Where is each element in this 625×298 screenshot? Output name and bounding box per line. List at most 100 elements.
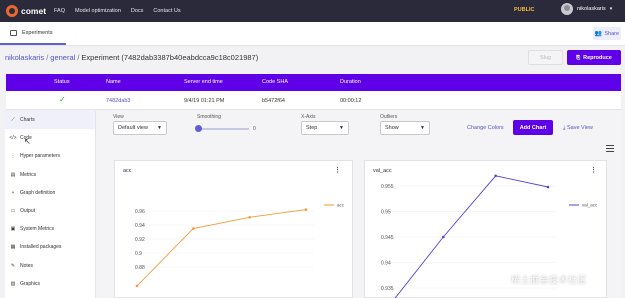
sidebar-item-graphics[interactable]: ▨ Graphics bbox=[5, 275, 95, 293]
avatar bbox=[561, 3, 573, 15]
brand-name: comet bbox=[21, 6, 47, 16]
acc-ytick-label: 0.92 bbox=[135, 237, 145, 243]
sidebar-item-label: Charts bbox=[20, 117, 35, 124]
people-icon: 👥 bbox=[594, 31, 603, 37]
sidebar-item-output[interactable]: ▭ Output bbox=[5, 202, 95, 220]
sidebar-item-label: System Metrics bbox=[20, 226, 55, 233]
sidebar-item-installed-packages[interactable]: ▦ Installed packages bbox=[5, 238, 95, 256]
charts-icon: ⟋ bbox=[11, 117, 15, 124]
col-code-sha[interactable]: Code SHA bbox=[262, 79, 288, 85]
chevron-down-icon: ▼ bbox=[157, 125, 162, 131]
acc-data-point bbox=[248, 216, 251, 219]
val-acc-ytick-label: 0.94 bbox=[381, 261, 391, 267]
save-view-button[interactable]: ⤓ Save View bbox=[563, 125, 593, 132]
hamburger-menu-icon[interactable] bbox=[606, 145, 614, 154]
username: nikolaskaris bbox=[577, 6, 606, 12]
val-acc-data-point bbox=[442, 235, 445, 239]
col-duration[interactable]: Duration bbox=[340, 79, 361, 85]
table-header: Status Name Server end time Code SHA Dur… bbox=[6, 74, 621, 91]
table-row[interactable]: ✓ 7482dab3 9/4/19 01:21 PM b5472f64 00:0… bbox=[6, 91, 621, 110]
acc-ytick-label: 0.96 bbox=[135, 209, 145, 215]
smoothing-label: Smoothing bbox=[197, 114, 221, 120]
val-acc-data-point bbox=[494, 174, 497, 178]
col-name[interactable]: Name bbox=[106, 79, 121, 85]
acc-data-point bbox=[135, 284, 139, 288]
packages-icon: ▦ bbox=[10, 244, 16, 251]
outliers-select-value: Show bbox=[385, 125, 399, 131]
acc-data-point bbox=[304, 208, 308, 211]
val-acc-ytick-label: 0.935 bbox=[381, 286, 394, 292]
system-icon: ▣ bbox=[10, 226, 16, 233]
acc-ytick-label: 0.9 bbox=[135, 251, 142, 257]
sidebar-item-notes[interactable]: ✎ Notes bbox=[5, 257, 95, 275]
server-end-time: 9/4/19 01:21 PM bbox=[184, 98, 225, 104]
comet-logo-icon bbox=[6, 5, 18, 17]
sidebar-item-label: Graphics bbox=[20, 280, 41, 287]
chart-acc: 0.96 0.94 0.92 0.9 0.88 acc bbox=[131, 203, 345, 288]
save-view-label: Save View bbox=[566, 125, 593, 131]
outliers-label: Outliers bbox=[380, 114, 398, 120]
change-colors-link[interactable]: Change Colors bbox=[467, 125, 504, 131]
acc-ytick-label: 0.88 bbox=[135, 265, 145, 271]
output-icon: ▭ bbox=[10, 208, 16, 215]
val-acc-ytick-label: 0.95 bbox=[381, 210, 391, 216]
smoothing-slider-handle[interactable] bbox=[195, 125, 202, 132]
metrics-icon: ▤ bbox=[10, 171, 16, 178]
sidebar-item-graph-definition[interactable]: ⑂ Graph definition bbox=[5, 184, 95, 202]
tab-experiments-label: Experiments bbox=[22, 29, 53, 36]
breadcrumb-separator: / bbox=[46, 53, 49, 62]
graph-icon: ⑂ bbox=[11, 189, 15, 196]
val-acc-ytick-label: 0.955 bbox=[381, 184, 394, 190]
reproduce-button[interactable]: ⎘ Reproduce bbox=[567, 50, 621, 65]
val-acc-ytick-label: 0.945 bbox=[381, 235, 394, 241]
nav-link-faq[interactable]: FAQ bbox=[54, 8, 65, 14]
view-select-value: Default view bbox=[118, 125, 148, 131]
add-chart-button[interactable]: Add Chart bbox=[513, 120, 553, 135]
acc-series-line bbox=[136, 209, 307, 287]
comet-logo[interactable]: comet bbox=[6, 5, 50, 17]
slug-button[interactable]: Slug bbox=[528, 50, 563, 65]
experiments-icon bbox=[10, 29, 17, 36]
view-select[interactable]: Default view ▼ bbox=[113, 121, 167, 135]
acc-ytick-label: 0.94 bbox=[135, 223, 145, 229]
nav-link-contact-us[interactable]: Contact Us bbox=[153, 8, 180, 14]
val-acc-legend-label: val_acc bbox=[582, 203, 598, 208]
sidebar-item-metrics[interactable]: ▤ Metrics bbox=[5, 166, 95, 184]
smoothing-value: 0 bbox=[253, 126, 256, 132]
acc-data-point bbox=[192, 227, 195, 230]
sidebar-item-system-metrics[interactable]: ▣ System Metrics bbox=[5, 220, 95, 238]
breadcrumb-experiment: Experiment (7482dab3387b40eabdcca9c18c02… bbox=[81, 53, 259, 62]
breadcrumb-user[interactable]: nikolaskaris bbox=[5, 53, 44, 62]
user-menu[interactable]: nikolaskaris ▾ bbox=[561, 3, 612, 15]
public-badge: PUBLIC bbox=[514, 7, 535, 13]
tab-experiments[interactable]: Experiments bbox=[0, 22, 66, 45]
smoothing-slider-track[interactable] bbox=[197, 128, 249, 130]
col-server-end-time[interactable]: Server end time bbox=[184, 79, 223, 85]
sidebar-item-charts[interactable]: ⟋ Charts bbox=[5, 111, 95, 130]
val-acc-data-point bbox=[546, 185, 550, 189]
hyperparams-icon: ⋮ bbox=[10, 153, 16, 160]
share-label: Share bbox=[604, 30, 620, 37]
acc-legend-label: acc bbox=[337, 203, 345, 208]
reproduce-icon: ⎘ bbox=[576, 54, 581, 61]
sidebar-item-hyper-parameters[interactable]: ⋮ Hyper parameters bbox=[5, 147, 95, 165]
xaxis-select[interactable]: Step ▼ bbox=[301, 121, 349, 135]
chevron-down-icon: ▾ bbox=[609, 6, 613, 12]
tab-bar: Experiments 👥 Share bbox=[0, 22, 625, 46]
experiment-name-link[interactable]: 7482dab3 bbox=[106, 98, 130, 104]
chevron-down-icon: ▼ bbox=[420, 125, 425, 131]
mouse-cursor-icon: ↖ bbox=[24, 137, 31, 146]
watermark-text: 稀土掘金技术社区 bbox=[511, 275, 588, 285]
breadcrumb-project[interactable]: general bbox=[50, 53, 75, 62]
xaxis-label: X-Axis bbox=[301, 114, 316, 120]
sidebar-item-label: Graph definition bbox=[20, 189, 56, 196]
experiment-sidebar: ⟋ Charts </> Code ⋮ Hyper parameters ▤ M… bbox=[5, 111, 96, 298]
status-check-icon: ✓ bbox=[59, 95, 66, 104]
share-button[interactable]: 👥 Share bbox=[593, 27, 621, 40]
watermark: 稀土掘金技术社区 bbox=[500, 273, 587, 286]
sidebar-item-code[interactable]: </> Code bbox=[5, 129, 95, 147]
nav-link-docs[interactable]: Docs bbox=[131, 8, 144, 14]
outliers-select[interactable]: Show ▼ bbox=[380, 121, 430, 135]
nav-link-model-optimization[interactable]: Model optimization bbox=[75, 8, 121, 14]
col-status[interactable]: Status bbox=[54, 79, 70, 85]
